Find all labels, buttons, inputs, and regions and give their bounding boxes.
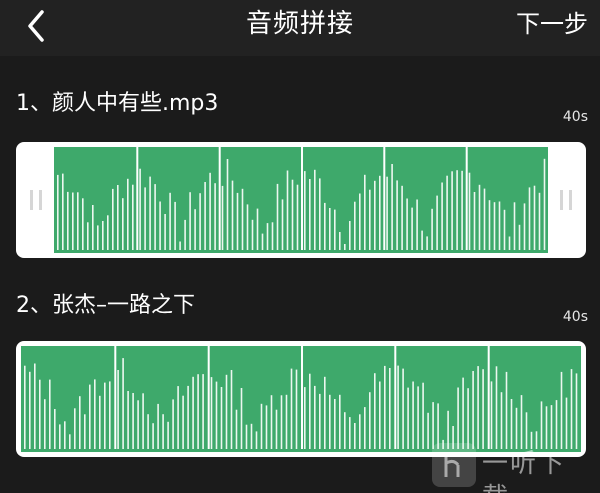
watermark: 一听下载 (432, 441, 592, 493)
top-bar: 音频拼接 下一步 (0, 0, 600, 56)
next-step-button[interactable]: 下一步 (516, 8, 588, 40)
track-1-waveform-card[interactable] (16, 142, 586, 258)
track-2-waveform-card[interactable] (16, 341, 586, 457)
page-title: 音频拼接 (245, 9, 354, 39)
grip-icon (560, 190, 572, 210)
grip-icon (30, 190, 42, 210)
track-1-name: 1、颜人中有些.mp3 (16, 91, 219, 116)
track-2-waveform (21, 346, 581, 452)
app-screen: 音频拼接 下一步 1、颜人中有些.mp3 40s 2、张杰–一路之下 40s 一… (0, 0, 600, 493)
track-1-left-trim-handle[interactable] (18, 142, 54, 258)
yiting-logo-icon (432, 443, 476, 487)
track-1-right-trim-handle[interactable] (548, 142, 584, 258)
track-1-duration: 40s (562, 109, 588, 125)
track-1-waveform (54, 147, 548, 253)
watermark-text: 一听下载 (482, 449, 567, 493)
track-2-duration: 40s (562, 309, 588, 325)
track-2-name: 2、张杰–一路之下 (16, 293, 195, 318)
